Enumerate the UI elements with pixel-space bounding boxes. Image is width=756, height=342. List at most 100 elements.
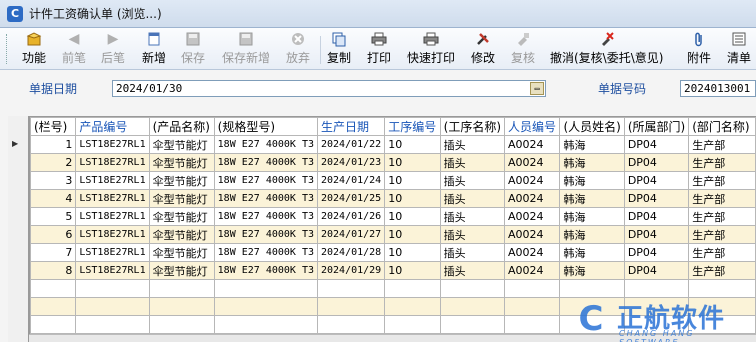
copy-button[interactable]: 复制 bbox=[327, 31, 351, 66]
table-cell[interactable]: DP04 bbox=[623, 261, 690, 280]
table-cell[interactable]: 伞型节能灯 bbox=[148, 261, 215, 280]
table-cell[interactable]: LST18E27RL1 bbox=[75, 207, 150, 226]
table-cell[interactable]: 插头 bbox=[439, 243, 506, 262]
table-cell[interactable]: LST18E27RL1 bbox=[75, 225, 150, 244]
column-header[interactable]: (栏号) bbox=[30, 117, 77, 136]
quick-print-button[interactable]: 快速打印 bbox=[407, 31, 455, 66]
new-button[interactable]: 新增 bbox=[142, 31, 166, 66]
table-cell[interactable]: 伞型节能灯 bbox=[148, 171, 215, 190]
table-cell[interactable]: 韩海 bbox=[559, 261, 625, 280]
empty-row[interactable] bbox=[30, 279, 756, 298]
column-header[interactable]: 工序编号 bbox=[384, 117, 441, 136]
table-cell[interactable]: 韩海 bbox=[559, 207, 625, 226]
table-cell[interactable]: DP04 bbox=[623, 243, 690, 262]
table-cell[interactable]: 10 bbox=[384, 153, 441, 172]
table-cell[interactable] bbox=[439, 315, 506, 334]
table-cell[interactable]: DP04 bbox=[623, 225, 690, 244]
table-cell[interactable]: 生产部 bbox=[688, 171, 756, 190]
table-cell[interactable]: A0024 bbox=[504, 135, 561, 154]
table-cell[interactable] bbox=[213, 279, 318, 298]
table-cell[interactable]: 伞型节能灯 bbox=[148, 243, 215, 262]
table-cell[interactable]: 8 bbox=[30, 261, 77, 280]
function-button[interactable]: 功能 bbox=[22, 31, 46, 66]
table-cell[interactable]: 生产部 bbox=[688, 243, 756, 262]
doc-date-field[interactable]: 2024/01/30 ▭ bbox=[112, 80, 546, 97]
table-cell[interactable]: 生产部 bbox=[688, 135, 756, 154]
table-cell[interactable]: A0024 bbox=[504, 207, 561, 226]
table-cell[interactable]: 伞型节能灯 bbox=[148, 153, 215, 172]
table-row[interactable]: 7 LST18E27RL1 伞型节能灯 18W E27 4000K T3 2024/01… bbox=[30, 243, 756, 262]
table-cell[interactable]: 10 bbox=[384, 243, 441, 262]
edit-button[interactable]: 修改 bbox=[471, 31, 495, 66]
table-cell[interactable]: 18W E27 4000K T3 bbox=[213, 207, 318, 226]
table-cell[interactable]: 18W E27 4000K T3 bbox=[213, 153, 318, 172]
table-cell[interactable]: 6 bbox=[30, 225, 77, 244]
table-cell[interactable]: 生产部 bbox=[688, 153, 756, 172]
table-cell[interactable] bbox=[75, 297, 150, 316]
save-button[interactable]: 保存 bbox=[181, 31, 205, 66]
table-cell[interactable]: 插头 bbox=[439, 261, 506, 280]
table-row[interactable]: 8 LST18E27RL1 伞型节能灯 18W E27 4000K T3 2024/01… bbox=[30, 261, 756, 280]
column-header[interactable]: 产品编号 bbox=[75, 117, 150, 136]
table-cell[interactable]: 1 bbox=[30, 135, 77, 154]
table-cell[interactable]: 伞型节能灯 bbox=[148, 207, 215, 226]
table-cell[interactable]: 韩海 bbox=[559, 135, 625, 154]
print-button[interactable]: 打印 bbox=[367, 31, 391, 66]
table-cell[interactable]: 插头 bbox=[439, 225, 506, 244]
table-cell[interactable]: 韩海 bbox=[559, 171, 625, 190]
table-cell[interactable]: 插头 bbox=[439, 153, 506, 172]
table-cell[interactable]: DP04 bbox=[623, 189, 690, 208]
save-new-button[interactable]: 保存新增 bbox=[222, 31, 270, 66]
table-cell[interactable]: LST18E27RL1 bbox=[75, 189, 150, 208]
table-cell[interactable] bbox=[504, 279, 561, 298]
table-cell[interactable]: A0024 bbox=[504, 261, 561, 280]
table-cell[interactable]: 2024/01/26 bbox=[316, 207, 386, 226]
table-cell[interactable] bbox=[384, 279, 441, 298]
attachment-button[interactable]: 附件 bbox=[687, 31, 711, 66]
table-cell[interactable]: 18W E27 4000K T3 bbox=[213, 189, 318, 208]
next-button[interactable]: ▶ 后笔 bbox=[101, 31, 125, 66]
column-header[interactable]: 人员编号 bbox=[504, 117, 561, 136]
toolbar-grip[interactable] bbox=[6, 34, 9, 64]
table-cell[interactable]: LST18E27RL1 bbox=[75, 243, 150, 262]
table-row[interactable]: 1 LST18E27RL1 伞型节能灯 18W E27 4000K T3 2024/01… bbox=[30, 135, 756, 154]
table-cell[interactable]: DP04 bbox=[623, 153, 690, 172]
table-cell[interactable] bbox=[439, 279, 506, 298]
review-button[interactable]: 复核 bbox=[511, 31, 535, 66]
table-cell[interactable]: 2024/01/24 bbox=[316, 171, 386, 190]
table-cell[interactable]: LST18E27RL1 bbox=[75, 135, 150, 154]
undo-review-button[interactable]: 撤消(复核\委托\意见) bbox=[550, 31, 663, 66]
table-cell[interactable]: 10 bbox=[384, 207, 441, 226]
table-cell[interactable]: 插头 bbox=[439, 189, 506, 208]
table-cell[interactable]: A0024 bbox=[504, 225, 561, 244]
table-cell[interactable]: 2024/01/23 bbox=[316, 153, 386, 172]
table-cell[interactable]: A0024 bbox=[504, 243, 561, 262]
table-cell[interactable]: 2024/01/25 bbox=[316, 189, 386, 208]
table-cell[interactable]: LST18E27RL1 bbox=[75, 153, 150, 172]
table-cell[interactable]: 2024/01/29 bbox=[316, 261, 386, 280]
table-cell[interactable]: 5 bbox=[30, 207, 77, 226]
column-header[interactable]: (所属部门) bbox=[623, 117, 690, 136]
table-cell[interactable]: 10 bbox=[384, 171, 441, 190]
table-cell[interactable]: DP04 bbox=[623, 135, 690, 154]
table-cell[interactable]: 伞型节能灯 bbox=[148, 189, 215, 208]
table-cell[interactable] bbox=[30, 297, 77, 316]
table-cell[interactable] bbox=[75, 315, 150, 334]
table-cell[interactable]: 3 bbox=[30, 171, 77, 190]
table-cell[interactable]: 韩海 bbox=[559, 189, 625, 208]
table-cell[interactable] bbox=[213, 297, 318, 316]
table-cell[interactable]: 生产部 bbox=[688, 261, 756, 280]
table-cell[interactable]: LST18E27RL1 bbox=[75, 171, 150, 190]
table-cell[interactable] bbox=[384, 315, 441, 334]
table-cell[interactable]: 生产部 bbox=[688, 207, 756, 226]
table-row[interactable]: 6 LST18E27RL1 伞型节能灯 18W E27 4000K T3 2024/01… bbox=[30, 225, 756, 244]
column-header[interactable]: (产品名称) bbox=[148, 117, 215, 136]
table-cell[interactable] bbox=[316, 279, 386, 298]
table-cell[interactable]: 伞型节能灯 bbox=[148, 225, 215, 244]
table-cell[interactable]: 韩海 bbox=[559, 153, 625, 172]
previous-button[interactable]: ◀ 前笔 bbox=[62, 31, 86, 66]
table-cell[interactable] bbox=[504, 315, 561, 334]
table-cell[interactable] bbox=[504, 297, 561, 316]
table-cell[interactable] bbox=[559, 279, 625, 298]
doc-number-field[interactable]: 2024013001 bbox=[680, 80, 756, 97]
